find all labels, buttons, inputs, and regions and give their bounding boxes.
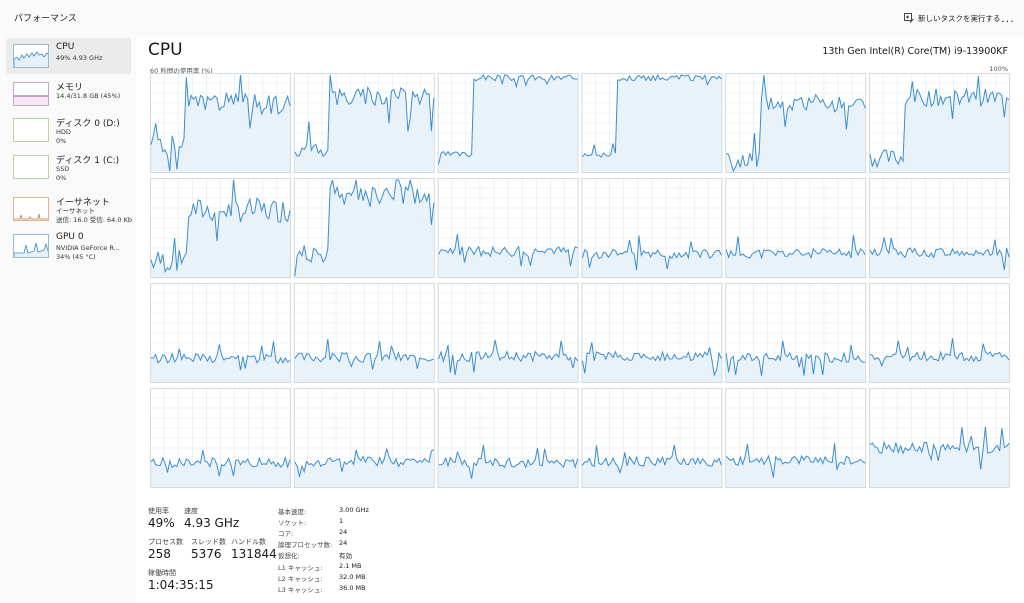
sidebar-item-disk-0[interactable]: ディスク 0 (D:) HDD 0%: [6, 112, 131, 148]
speed-label: 速度: [184, 507, 198, 515]
sidebar-item-label: GPU 0: [56, 232, 84, 242]
speed-value: 4.93 GHz: [184, 516, 240, 530]
utilization-axis-max: 100%: [989, 65, 1008, 73]
spec-row: 基本速度: 3.00 GHz: [278, 506, 369, 516]
cpu-model-name: 13th Gen Intel(R) Core(TM) i9-13900KF: [822, 46, 1008, 57]
cpu-specs: 基本速度: 3.00 GHz ソケット: 1 コア: 24 論理プロセッサ数: 24 仮…: [278, 506, 418, 596]
uptime-label: 稼働時間: [148, 569, 176, 577]
threads-value: 5376: [191, 547, 222, 561]
disk-1-thumbnail-graph: [13, 155, 49, 179]
spec-row: L2 キャッシュ: 32.0 MB: [278, 573, 366, 583]
spec-row: ソケット: 1: [278, 517, 344, 527]
sidebar-item-gpu-0[interactable]: GPU 0 NVIDIA GeForce R... 34% (45 °C): [6, 228, 131, 264]
ethernet-thumbnail-graph: [13, 197, 49, 221]
spec-row: L1 キャッシュ: 2.1 MB: [278, 562, 362, 572]
threads-label: スレッド数: [191, 538, 226, 546]
per-core-chart-svg: [150, 73, 1010, 488]
sidebar-item-detail: イーサネット 送信: 16.0 受信: 64.0 Kb: [56, 207, 132, 224]
more-options-button[interactable]: ...: [998, 8, 1018, 28]
run-new-task-button[interactable]: 新しいタスクを実行する: [898, 8, 1007, 28]
processes-label: プロセス数: [148, 538, 183, 546]
title-bar: パフォーマンス 新しいタスクを実行する ...: [0, 0, 1024, 36]
processes-value: 258: [148, 547, 171, 561]
sidebar-item-label: CPU: [56, 42, 75, 52]
sidebar: CPU 49% 4.93 GHz メモリ 14.4/31.8 GB (45%) …: [0, 36, 136, 603]
handles-value: 131844: [231, 547, 277, 561]
sidebar-item-disk-1[interactable]: ディスク 1 (C:) SSD 0%: [6, 149, 131, 185]
spec-row: L3 キャッシュ: 36.0 MB: [278, 584, 366, 594]
spec-row: 仮想化: 有効: [278, 552, 352, 560]
sidebar-item-detail: SSD 0%: [56, 165, 70, 182]
cpu-heading: CPU: [148, 40, 183, 60]
gpu-thumbnail-graph: [13, 234, 49, 258]
usage-value: 49%: [148, 516, 175, 530]
spec-row: 論理プロセッサ数: 24: [278, 539, 348, 549]
sidebar-item-detail: 49% 4.93 GHz: [56, 54, 103, 62]
run-task-icon: [904, 13, 914, 23]
spec-row: コア: 24: [278, 528, 348, 538]
per-core-utilization-grid: [150, 73, 1010, 494]
sidebar-item-detail: NVIDIA GeForce R... 34% (45 °C): [56, 244, 120, 261]
memory-thumbnail-graph: [13, 82, 49, 106]
sidebar-item-detail: 14.4/31.8 GB (45%): [56, 92, 121, 100]
cpu-thumbnail-graph: [13, 44, 49, 68]
handles-label: ハンドル数: [231, 538, 266, 546]
run-new-task-label: 新しいタスクを実行する: [918, 13, 1001, 23]
uptime-value: 1:04:35:15: [148, 578, 214, 592]
usage-label: 使用率: [148, 507, 169, 515]
sidebar-item-detail: HDD 0%: [56, 128, 71, 145]
disk-0-thumbnail-graph: [13, 118, 49, 142]
sidebar-item-ethernet[interactable]: イーサネット イーサネット 送信: 16.0 受信: 64.0 Kb: [6, 191, 132, 227]
page-title: パフォーマンス: [14, 14, 77, 24]
sidebar-item-memory[interactable]: メモリ 14.4/31.8 GB (45%): [6, 76, 131, 112]
sidebar-item-cpu[interactable]: CPU 49% 4.93 GHz: [6, 38, 131, 74]
